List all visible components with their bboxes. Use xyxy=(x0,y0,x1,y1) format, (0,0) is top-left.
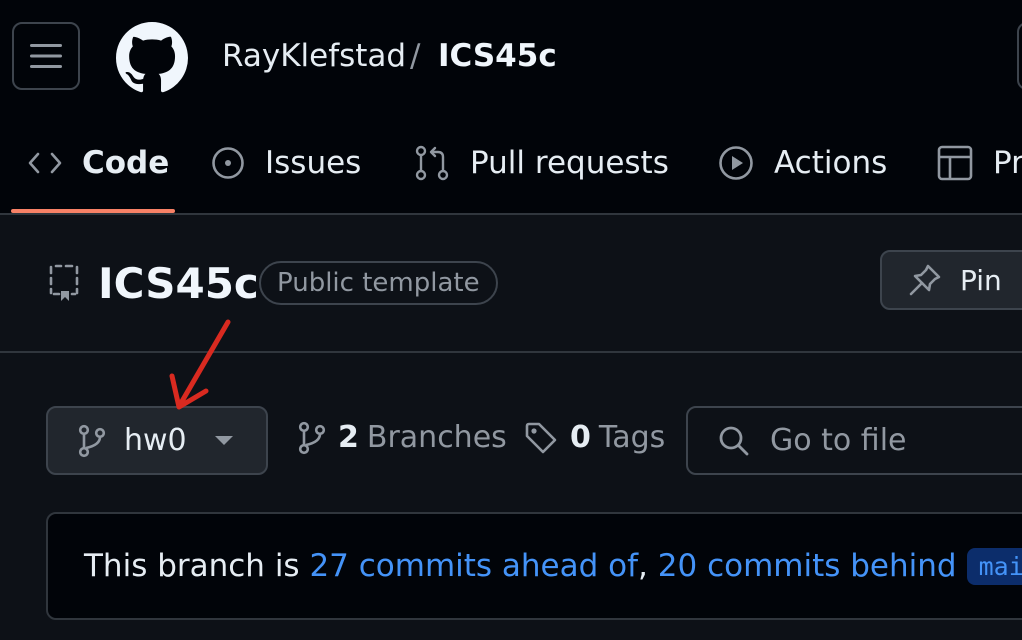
compare-prefix: This branch is xyxy=(84,548,310,584)
hamburger-menu-button[interactable] xyxy=(12,22,80,90)
branch-selector-button[interactable]: hw0 xyxy=(46,406,268,475)
repo-title[interactable]: ICS45c xyxy=(98,258,259,310)
branches-link[interactable]: 2 Branches xyxy=(298,420,507,455)
tag-icon xyxy=(525,422,557,453)
branches-label: Branches xyxy=(366,420,507,455)
commits-ahead-link[interactable]: 27 commits ahead of xyxy=(309,548,638,584)
hamburger-icon xyxy=(30,44,62,68)
tab-code[interactable]: Code xyxy=(28,140,169,186)
tab-actions-label: Actions xyxy=(774,145,888,181)
tags-count: 0 xyxy=(570,420,591,455)
commits-behind-link[interactable]: 20 commits behind xyxy=(658,548,957,584)
github-logo-icon[interactable] xyxy=(116,22,188,94)
git-branch-icon xyxy=(78,424,106,457)
tab-projects-label: Pr xyxy=(993,145,1022,181)
breadcrumb-separator: / xyxy=(410,38,421,74)
tags-link[interactable]: 0 Tags xyxy=(524,420,665,455)
caret-down-icon xyxy=(214,435,233,445)
breadcrumb-owner-link[interactable]: RayKlefstad xyxy=(222,36,406,76)
tags-label: Tags xyxy=(598,420,666,455)
tab-pull-requests-label: Pull requests xyxy=(470,145,669,181)
tab-actions[interactable]: Actions xyxy=(718,140,887,186)
header-action-button[interactable] xyxy=(1017,22,1022,90)
current-branch-name: hw0 xyxy=(124,423,187,458)
active-tab-underline xyxy=(11,209,175,213)
table-icon xyxy=(937,145,973,181)
tab-projects[interactable]: Pr xyxy=(937,140,1022,186)
base-branch-pill[interactable]: main xyxy=(966,547,1022,585)
search-placeholder: Go to file xyxy=(770,423,907,458)
breadcrumb-repo-link[interactable]: ICS45c xyxy=(438,36,557,76)
pin-button[interactable]: Pin xyxy=(880,250,1022,310)
play-icon xyxy=(719,146,753,180)
branch-compare-banner: This branch is 27 commits ahead of , 20 … xyxy=(46,512,1022,620)
tab-issues[interactable]: Issues xyxy=(211,140,361,186)
tab-code-label: Code xyxy=(82,145,170,181)
compare-comma: , xyxy=(638,548,658,584)
pin-icon xyxy=(909,264,941,296)
branches-count: 2 xyxy=(338,420,359,455)
git-branch-icon xyxy=(298,421,326,454)
top-header: RayKlefstad / ICS45c Code Issues Pull re… xyxy=(0,0,1022,215)
search-icon xyxy=(719,426,749,455)
repo-template-icon xyxy=(49,264,79,301)
tab-pull-requests[interactable]: Pull requests xyxy=(414,140,669,186)
issue-opened-icon xyxy=(212,147,244,179)
tab-issues-label: Issues xyxy=(265,145,362,181)
go-to-file-input[interactable]: Go to file xyxy=(686,406,1022,475)
git-pull-request-icon xyxy=(415,145,449,181)
code-icon xyxy=(28,152,62,174)
pin-label: Pin xyxy=(960,263,1002,297)
visibility-badge: Public template xyxy=(259,261,498,305)
